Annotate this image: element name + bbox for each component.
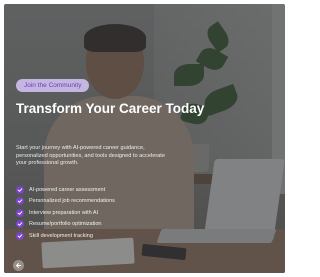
check-icon	[16, 208, 24, 217]
check-icon	[16, 197, 24, 206]
feature-label: Interview preparation with AI	[29, 209, 99, 216]
feature-list: AI-powered career assessment Personalize…	[16, 184, 115, 242]
hero-section: Join the Community Transform Your Career…	[4, 4, 285, 273]
feature-item: Skill development tracking	[16, 230, 115, 242]
hero-description: Start your journey with AI-powered caree…	[16, 145, 165, 167]
community-badge[interactable]: Join the Community	[16, 79, 90, 92]
feature-item: Personalized job recommendations	[16, 196, 115, 208]
feature-item: Resume/portfolio optimization	[16, 219, 115, 231]
back-button[interactable]	[13, 260, 24, 271]
arrow-left-icon	[15, 262, 22, 269]
check-icon	[16, 231, 24, 240]
feature-label: Resume/portfolio optimization	[29, 221, 102, 228]
feature-item: Interview preparation with AI	[16, 207, 115, 219]
check-icon	[16, 220, 24, 229]
feature-label: AI-powered career assessment	[29, 186, 106, 193]
check-icon	[16, 185, 24, 194]
hero-title: Transform Your Career Today	[16, 101, 205, 116]
feature-label: Skill development tracking	[29, 232, 93, 239]
hero-content: Join the Community Transform Your Career…	[4, 4, 285, 273]
feature-item: AI-powered career assessment	[16, 184, 115, 196]
feature-label: Personalized job recommendations	[29, 198, 115, 205]
